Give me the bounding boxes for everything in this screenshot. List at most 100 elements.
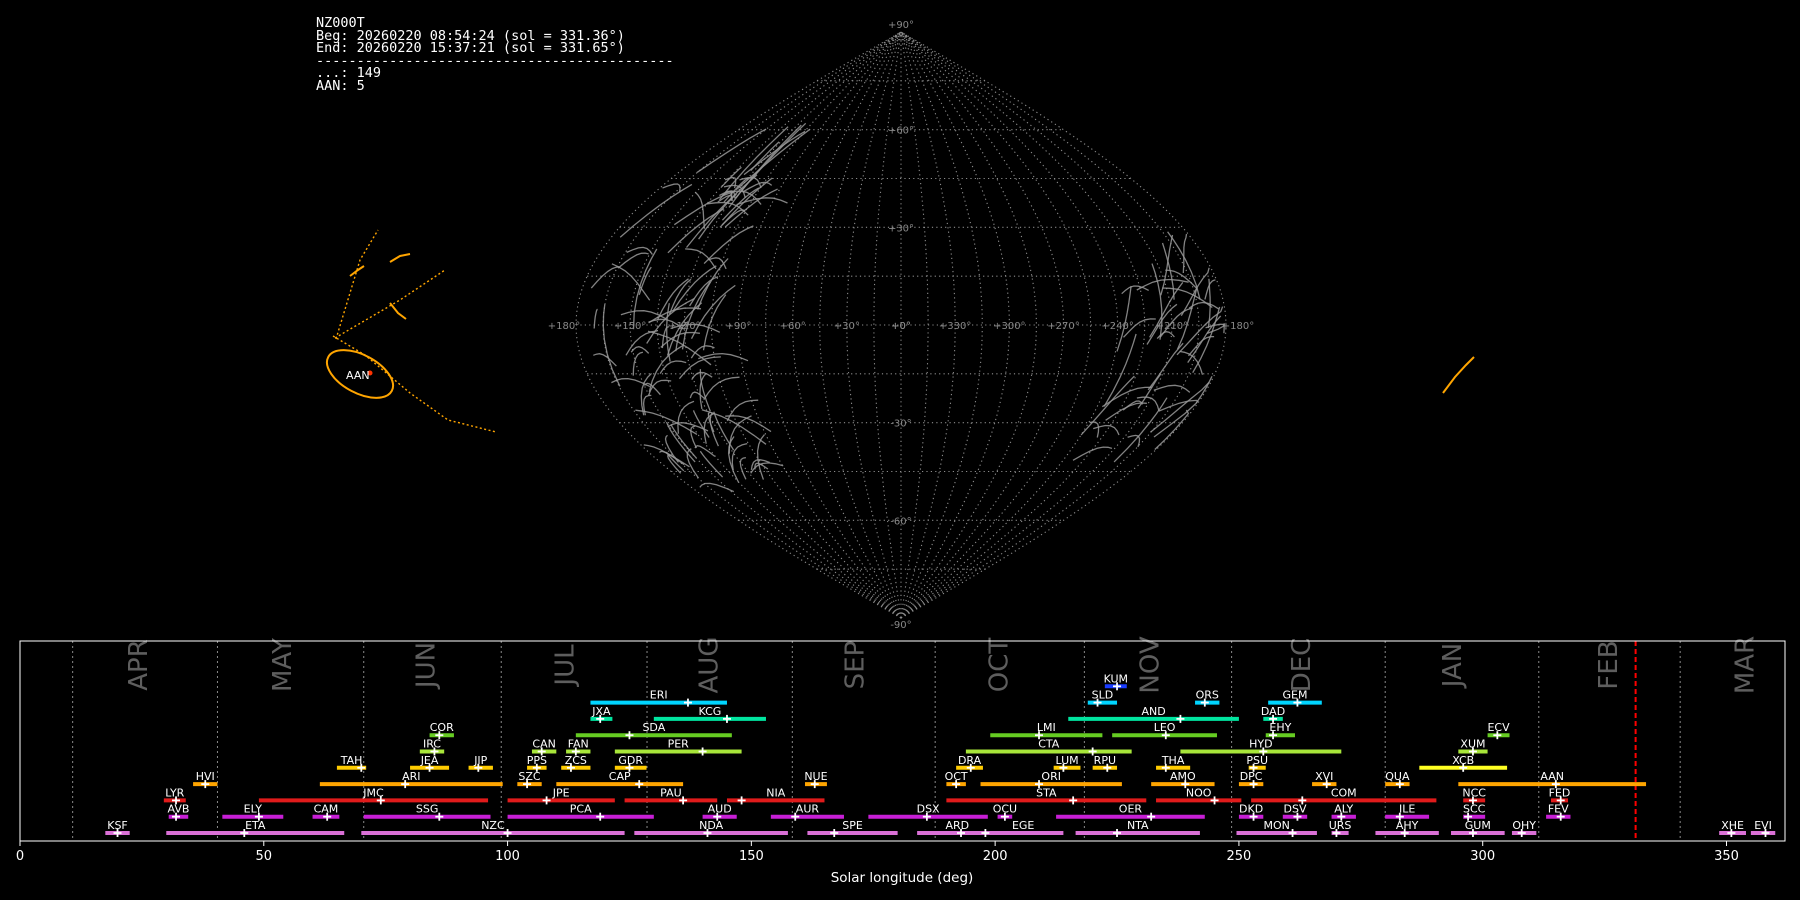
- shower-code-label: ILE: [1399, 803, 1415, 816]
- x-axis-ticks: 0 50 100 150 200 250 300 350: [16, 841, 1739, 864]
- shower-code-label: DPC: [1240, 770, 1263, 783]
- shower-kcg: KCG: [653, 705, 766, 723]
- month-label: DEC: [1287, 638, 1317, 693]
- shower-code-label: XUM: [1460, 738, 1485, 751]
- shower-code-label: ORI: [1041, 770, 1061, 783]
- shower-ocu: OCU: [993, 803, 1017, 821]
- shower-code-label: ZCS: [565, 754, 587, 767]
- shower-code-label: ARD: [946, 819, 970, 832]
- shower-code-label: XVI: [1315, 770, 1333, 783]
- shower-fan: FAN: [566, 738, 591, 756]
- shower-ely: ELY: [222, 803, 284, 821]
- shower-code-label: NCC: [1462, 786, 1486, 799]
- shower-dsx: DSX: [868, 803, 988, 821]
- shower-ohy: OHY: [1511, 819, 1537, 837]
- shower-code-label: FEV: [1548, 803, 1569, 816]
- shower-aly: ALY: [1331, 803, 1356, 821]
- month-labels: APR MAY JUN JUL AUG SEP OCT NOV DEC JAN FEB MAR: [124, 636, 1761, 694]
- shower-code-label: ELY: [244, 803, 263, 816]
- shower-code-label: EHY: [1269, 721, 1291, 734]
- shower-code-label: PCA: [570, 803, 592, 816]
- shower-code-label: PER: [668, 738, 690, 751]
- shower-sta: STA: [946, 786, 1147, 805]
- shower-avb: AVB: [168, 803, 190, 821]
- shower-dpc: DPC: [1238, 770, 1264, 789]
- shower-code-label: FAN: [568, 738, 589, 751]
- shower-code-label: COM: [1331, 786, 1357, 799]
- shower-code-label: MON: [1264, 819, 1290, 832]
- shower-code-label: SZC: [518, 770, 541, 783]
- shower-ile: ILE: [1385, 803, 1430, 821]
- x-tick-label: 250: [1227, 849, 1252, 864]
- shower-com: COM: [1251, 786, 1437, 805]
- shower-ksf: KSF: [105, 819, 130, 837]
- month-label: AUG: [694, 637, 724, 694]
- shower-dkd: DKD: [1238, 803, 1264, 821]
- shower-xcb: XCB: [1419, 754, 1508, 772]
- shower-code-label: CAN: [532, 738, 555, 751]
- shower-rpu: RPU: [1092, 754, 1118, 772]
- x-tick-label: 300: [1470, 849, 1495, 864]
- shower-code-label: NOO: [1186, 786, 1212, 799]
- shower-code-label: SCC: [1463, 803, 1486, 816]
- shower-code-label: KUM: [1104, 672, 1128, 685]
- shower-code-label: NIA: [766, 786, 785, 799]
- shower-nda: NDA: [634, 819, 788, 837]
- shower-amo: AMO: [1151, 770, 1215, 789]
- shower-code-label: JXA: [591, 705, 611, 718]
- shower-qua: QUA: [1385, 770, 1410, 789]
- x-axis-label: Solar longitude (deg): [831, 870, 974, 886]
- shower-code-label: OCU: [993, 803, 1017, 816]
- shower-szc: SZC: [517, 770, 542, 789]
- shower-code-label: XCB: [1452, 754, 1474, 767]
- shower-irc: IRC: [419, 738, 445, 756]
- shower-jmc: JMC: [258, 786, 489, 805]
- shower-jea: JEA: [410, 754, 450, 772]
- shower-code-label: AHY: [1396, 819, 1419, 832]
- shower-jxa: JXA: [590, 705, 613, 723]
- shower-eta: ETA: [166, 819, 345, 837]
- shower-xum: XUM: [1458, 738, 1488, 756]
- shower-code-label: LYR: [165, 786, 184, 799]
- shower-code-label: AND: [1141, 705, 1165, 718]
- shower-code-label: JMC: [362, 786, 384, 799]
- shower-per: PER: [614, 738, 742, 756]
- shower-code-label: ECV: [1487, 721, 1510, 734]
- x-tick-label: 0: [16, 849, 24, 864]
- shower-code-label: AUD: [708, 803, 732, 816]
- shower-kum: KUM: [1104, 672, 1128, 691]
- shower-fev: FEV: [1546, 803, 1571, 821]
- shower-nue: NUE: [804, 770, 828, 789]
- shower-oct: OCT: [945, 770, 968, 789]
- shower-pau: PAU: [624, 786, 718, 805]
- shower-cor: COR: [429, 721, 454, 740]
- shower-pca: PCA: [507, 803, 654, 821]
- month-label: OCT: [985, 638, 1015, 693]
- shower-code-label: DSX: [917, 803, 940, 816]
- shower-ari: ARI: [319, 770, 503, 789]
- shower-code-label: ALY: [1334, 803, 1353, 816]
- shower-code-label: GEM: [1283, 689, 1308, 702]
- shower-hyd: HYD: [1180, 738, 1342, 756]
- shower-code-label: GUM: [1465, 819, 1491, 832]
- shower-code-label: DRA: [958, 754, 982, 767]
- x-tick-label: 100: [495, 849, 520, 864]
- shower-hvi: HVI: [193, 770, 218, 789]
- shower-gdr: GDR: [614, 754, 647, 772]
- shower-oer: OER: [1056, 803, 1205, 821]
- month-label: MAR: [1731, 636, 1761, 694]
- month-label: JUN: [412, 642, 442, 690]
- shower-code-label: NUE: [804, 770, 827, 783]
- shower-code-label: OCT: [945, 770, 968, 783]
- shower-code-label: OER: [1119, 803, 1143, 816]
- shower-code-label: PPS: [527, 754, 547, 767]
- shower-code-label: SPE: [842, 819, 863, 832]
- shower-timeline-chart: APR MAY JUN JUL AUG SEP OCT NOV DEC JAN FEB MAR KSF…: [16, 636, 1786, 886]
- shower-code-label: NZC: [481, 819, 505, 832]
- shower-code-label: URS: [1329, 819, 1352, 832]
- shower-jpe: JPE: [507, 786, 615, 805]
- shower-ncc: NCC: [1462, 786, 1486, 805]
- x-tick-label: 150: [739, 849, 764, 864]
- shower-code-label: AVB: [168, 803, 190, 816]
- shower-ehy: EHY: [1265, 721, 1295, 740]
